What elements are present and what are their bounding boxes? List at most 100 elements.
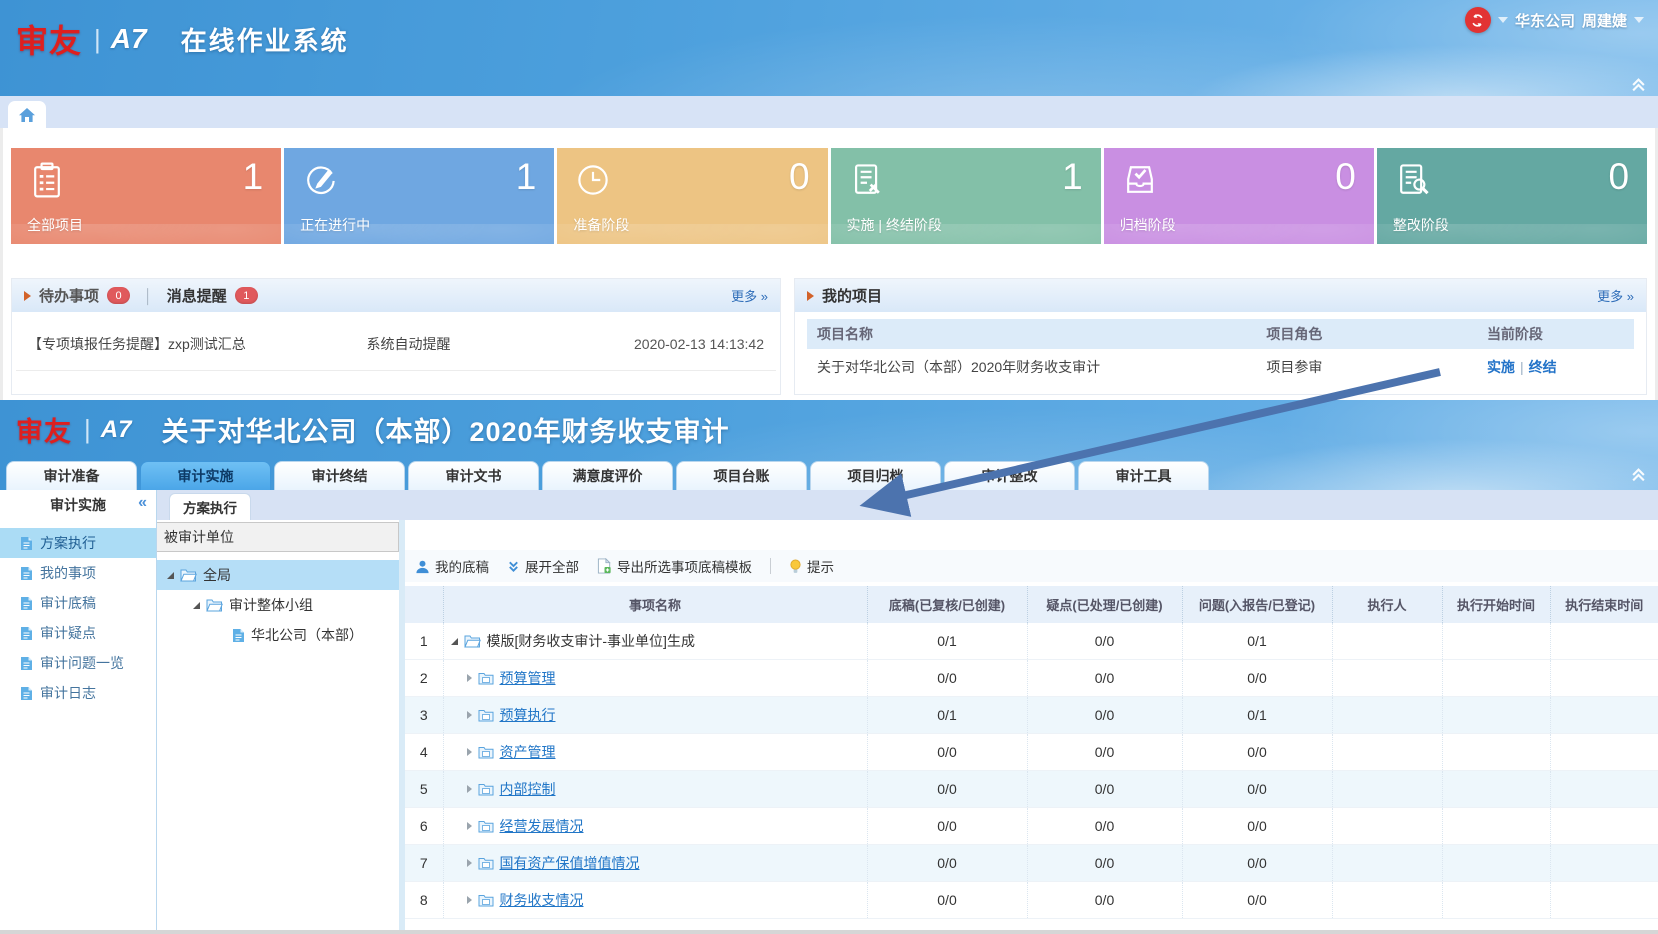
doubt-count: 0/0 — [1027, 808, 1182, 845]
stat-card-2[interactable]: 1正在进行中 — [284, 148, 554, 244]
row-expander-icon[interactable] — [467, 822, 472, 830]
stat-card-1[interactable]: 1全部项目 — [11, 148, 281, 244]
row-expander-icon[interactable] — [467, 711, 472, 719]
toolbar-button-3[interactable]: 导出所选事项底稿模板 — [597, 556, 752, 576]
tree-node-1[interactable]: 全局 — [157, 560, 399, 590]
matter-link[interactable]: 内部控制 — [500, 779, 556, 799]
tree-node-3[interactable]: 华北公司（本部） — [157, 620, 399, 650]
row-expander-icon[interactable] — [467, 785, 472, 793]
main-tab-2[interactable]: 审计实施 — [140, 461, 271, 490]
table-column-header-7: 执行结束时间 — [1550, 586, 1658, 623]
tab-message-reminders[interactable]: 消息提醒 — [167, 285, 227, 306]
toolbar-button-2[interactable]: 展开全部 — [507, 556, 579, 576]
matter-link[interactable]: 预算执行 — [500, 705, 556, 725]
matter-name: 模版[财务收支审计-事业单位]生成 — [445, 631, 866, 651]
main-tab-5[interactable]: 满意度评价 — [542, 461, 673, 490]
issue-count: 0/0 — [1182, 771, 1332, 808]
end-time-cell — [1550, 734, 1658, 771]
table-row[interactable]: 2预算管理0/00/00/0 — [405, 660, 1658, 697]
end-time-cell — [1550, 771, 1658, 808]
project-role: 项目参审 — [1266, 357, 1487, 377]
table-row[interactable]: 6经营发展情况0/00/00/0 — [405, 808, 1658, 845]
main-tab-6[interactable]: 项目台账 — [676, 461, 807, 490]
executor-cell — [1332, 734, 1442, 771]
sidebar-item-1[interactable]: 方案执行 — [0, 528, 156, 558]
main-tab-9[interactable]: 审计工具 — [1078, 461, 1209, 490]
product-logo: A7 — [101, 416, 132, 444]
row-expander-icon[interactable] — [467, 748, 472, 756]
sidebar-item-label: 审计问题一览 — [40, 653, 124, 673]
todo-more-link[interactable]: 更多 » — [731, 286, 768, 305]
main-tab-1[interactable]: 审计准备 — [6, 461, 137, 490]
refresh-dropdown-caret[interactable] — [1498, 17, 1508, 23]
main-tab-3[interactable]: 审计终结 — [274, 461, 405, 490]
sidebar-item-4[interactable]: 审计疑点 — [0, 618, 156, 648]
matter-link[interactable]: 资产管理 — [500, 742, 556, 762]
row-expander-icon[interactable] — [451, 638, 458, 645]
project-row[interactable]: 关于对华北公司（本部）2020年财务收支审计 项目参审 实施|终结 — [807, 349, 1634, 385]
end-time-cell — [1550, 845, 1658, 882]
stage-link-1[interactable]: 实施 — [1487, 359, 1515, 375]
user-name[interactable]: 周建婕 — [1582, 10, 1627, 31]
stage-link-2[interactable]: 终结 — [1529, 359, 1557, 375]
horizontal-scrollbar[interactable] — [0, 930, 1658, 934]
sidebar-item-5[interactable]: 审计问题一览 — [0, 648, 156, 678]
row-expander-icon[interactable] — [467, 859, 472, 867]
table-row[interactable]: 7国有资产保值增值情况0/00/00/0 — [405, 845, 1658, 882]
matter-link[interactable]: 国有资产保值增值情况 — [500, 853, 640, 873]
main-tab-8[interactable]: 审计整改 — [944, 461, 1075, 490]
header-collapse-button[interactable] — [1631, 77, 1646, 92]
table-column-header-1: 事项名称 — [443, 586, 867, 623]
table-row[interactable]: 5内部控制0/00/00/0 — [405, 771, 1658, 808]
main-tab-7[interactable]: 项目归档 — [810, 461, 941, 490]
matter-link[interactable]: 经营发展情况 — [500, 816, 584, 836]
sidebar-item-2[interactable]: 我的事项 — [0, 558, 156, 588]
message-list-item[interactable]: 【专项填报任务提醒】zxp测试汇总 系统自动提醒 2020-02-13 14:1… — [16, 318, 776, 371]
refresh-button[interactable] — [1465, 7, 1491, 33]
row-number: 7 — [405, 845, 443, 882]
user-dropdown-caret[interactable] — [1634, 17, 1644, 23]
tree-expander-icon[interactable] — [193, 602, 200, 609]
start-time-cell — [1442, 734, 1550, 771]
matter-name-cell: 模版[财务收支审计-事业单位]生成 — [443, 623, 867, 660]
doubt-count: 0/0 — [1027, 660, 1182, 697]
matter-link[interactable]: 财务收支情况 — [500, 890, 584, 910]
main-tab-4[interactable]: 审计文书 — [408, 461, 539, 490]
stat-card-5[interactable]: 0归档阶段 — [1104, 148, 1374, 244]
matter-name: 资产管理 — [445, 742, 866, 762]
table-row[interactable]: 4资产管理0/00/00/0 — [405, 734, 1658, 771]
project-logo-row: 审友 | A7 关于对华北公司（本部）2020年财务收支审计 — [0, 400, 1658, 449]
matter-name-cell: 经营发展情况 — [443, 808, 867, 845]
clock-icon — [573, 160, 613, 200]
projects-more-link[interactable]: 更多 » — [1597, 286, 1634, 305]
project-header-collapse-button[interactable] — [1631, 467, 1646, 482]
sidebar-collapse-button[interactable]: « — [138, 494, 147, 512]
stat-card-6[interactable]: 0整改阶段 — [1377, 148, 1647, 244]
toolbar-button-4[interactable]: 提示 — [789, 556, 834, 576]
tree-expander-icon[interactable] — [167, 572, 174, 579]
folder-icon — [478, 893, 494, 907]
tab-plan-execution[interactable]: 方案执行 — [169, 493, 251, 520]
home-tab[interactable] — [8, 101, 46, 128]
tab-todo-items[interactable]: 待办事项 — [39, 285, 99, 306]
end-time-cell — [1550, 697, 1658, 734]
row-expander-icon[interactable] — [467, 674, 472, 682]
sidebar-item-3[interactable]: 审计底稿 — [0, 588, 156, 618]
stat-card-4[interactable]: 1实施 | 终结阶段 — [831, 148, 1101, 244]
matter-link[interactable]: 预算管理 — [500, 668, 556, 688]
folder-icon — [478, 782, 494, 796]
table-row[interactable]: 1模版[财务收支审计-事业单位]生成0/10/00/1 — [405, 623, 1658, 660]
row-expander-icon[interactable] — [467, 896, 472, 904]
sidebar-item-6[interactable]: 审计日志 — [0, 678, 156, 708]
toolbar-button-1[interactable]: 我的底稿 — [415, 556, 489, 576]
table-row[interactable]: 3预算执行0/10/00/1 — [405, 697, 1658, 734]
draft-count: 0/0 — [867, 771, 1027, 808]
user-icon — [415, 559, 430, 574]
folder-icon — [478, 708, 494, 722]
doc-wrench-icon — [1393, 160, 1433, 200]
tree-node-label: 华北公司（本部） — [251, 625, 363, 645]
tree-node-2[interactable]: 审计整体小组 — [157, 590, 399, 620]
table-row[interactable]: 8财务收支情况0/00/00/0 — [405, 882, 1658, 919]
stat-card-3[interactable]: 0准备阶段 — [557, 148, 827, 244]
matters-table-zone: 我的底稿展开全部导出所选事项底稿模板提示 事项名称底稿(已复核/已创建)疑点(已… — [399, 520, 1658, 930]
